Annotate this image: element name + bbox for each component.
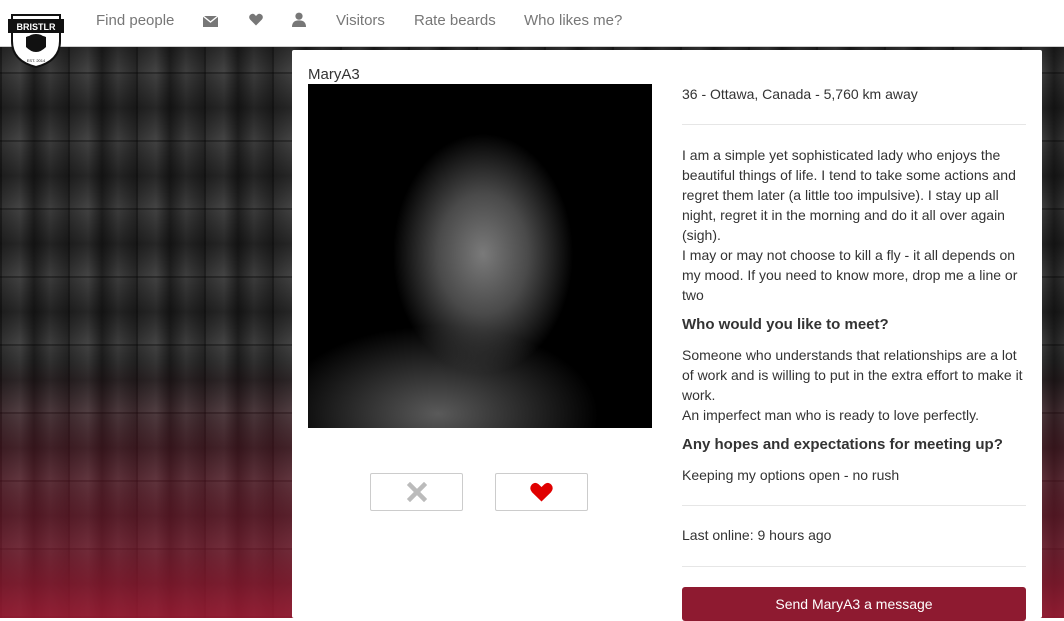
profile-card: MaryA3 36 - Ottawa, Canada - 5,760 km aw… bbox=[292, 50, 1042, 621]
meet-heading: Who would you like to meet? bbox=[682, 316, 889, 333]
bristlr-logo[interactable]: BRISTLR EST. 2014 bbox=[6, 11, 66, 69]
profile-name: MaryA3 bbox=[308, 66, 360, 83]
meet-paragraph: Someone who understands that relationshi… bbox=[682, 347, 1023, 403]
hopes-text: Keeping my options open - no rush bbox=[682, 467, 900, 483]
svg-text:EST. 2014: EST. 2014 bbox=[27, 58, 46, 63]
meet-text: Someone who understands that relationshi… bbox=[682, 345, 1026, 425]
envelope-icon[interactable] bbox=[202, 14, 219, 32]
divider bbox=[682, 505, 1026, 506]
hopes-heading: Any hopes and expectations for meeting u… bbox=[682, 436, 1003, 453]
nav-rate-beards[interactable]: Rate beards bbox=[414, 0, 496, 42]
nav-who-likes-me[interactable]: Who likes me? bbox=[524, 0, 622, 42]
divider bbox=[682, 566, 1026, 567]
profile-meta: 36 - Ottawa, Canada - 5,760 km away bbox=[682, 86, 918, 102]
close-icon bbox=[406, 482, 427, 502]
dislike-button[interactable] bbox=[370, 473, 463, 511]
divider bbox=[682, 124, 1026, 125]
about-paragraph: I am a simple yet sophisticated lady who… bbox=[682, 147, 1016, 243]
like-button[interactable] bbox=[495, 473, 588, 511]
last-online-status: Last online: 9 hours ago bbox=[682, 527, 832, 543]
top-navbar: BRISTLR EST. 2014 Find people Visitors R… bbox=[0, 0, 1064, 69]
user-icon[interactable] bbox=[292, 12, 306, 32]
about-text: I am a simple yet sophisticated lady who… bbox=[682, 145, 1026, 305]
send-message-button[interactable]: Send MaryA3 a message bbox=[682, 587, 1026, 621]
svg-text:BRISTLR: BRISTLR bbox=[17, 22, 56, 32]
nav-visitors[interactable]: Visitors bbox=[336, 0, 385, 42]
profile-photo[interactable] bbox=[308, 84, 652, 428]
nav-find-people[interactable]: Find people bbox=[96, 0, 174, 42]
about-paragraph: I may or may not choose to kill a fly - … bbox=[682, 247, 1018, 303]
heart-icon[interactable] bbox=[249, 13, 263, 31]
meet-paragraph: An imperfect man who is ready to love pe… bbox=[682, 407, 979, 423]
heart-icon bbox=[530, 482, 553, 502]
